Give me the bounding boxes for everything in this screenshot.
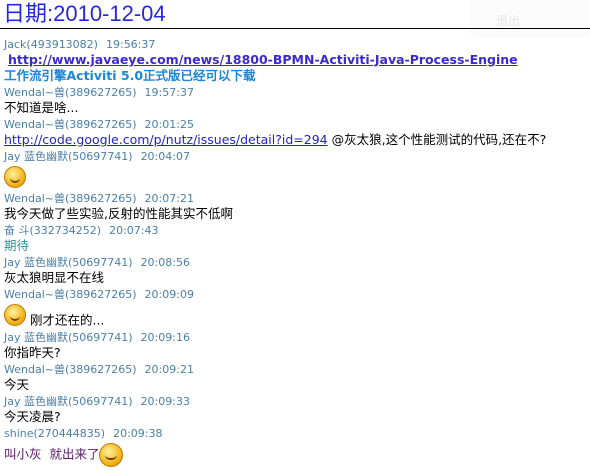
sender: Jay 蓝色幽默(50697741) [4,330,133,344]
message-text: 你指昨天? [4,344,61,360]
logout-label: 退出 [496,14,521,28]
message: Jay 蓝色幽默(50697741) 20:04:07 [4,150,590,190]
sender: Jay 蓝色幽默(50697741) [4,150,133,163]
message-text: 期待 [4,238,30,253]
timestamp: 20:01:25 [144,118,194,131]
shy-face-icon [4,166,26,188]
sender: Wendal~兽(389627265) [4,362,137,376]
message: Jay 蓝色幽默(50697741) 20:08:56 灰太狼明显不在线 [4,256,590,286]
message-text: 刚才还在的... [29,312,105,328]
message: shine(270444835) 20:09:38 叫小灰 就出来了 [4,427,590,469]
message-link[interactable]: http://code.google.com/p/nutz/issues/det… [4,132,328,147]
sweat-face-icon [4,304,26,326]
timestamp: 20:07:21 [144,192,194,205]
logout-button[interactable]: 退出 [472,0,590,36]
message: Wendal~兽(389627265) 20:09:21 今天 [4,363,590,393]
chat-log: Jack(493913082) 19:56:37 http://www.javae… [4,38,590,471]
sender: Wendal~兽(389627265) [4,86,137,99]
message-text: 灰太狼明显不在线 [4,270,105,285]
sender: Jack(493913082) [4,38,98,51]
message: Wendal~兽(389627265) 19:57:37 不知道是啥... [4,86,590,116]
sender: Jay 蓝色幽默(50697741) [4,394,133,408]
message-link[interactable]: http://www.javaeye.com/news/18800-BPMN-A… [8,52,518,67]
sender: shine(270444835) [4,426,106,440]
timestamp: 20:04:07 [140,150,190,163]
sender: Wendal~兽(389627265) [4,192,137,205]
message-text: 今天凌晨? [4,408,61,424]
timestamp: 19:56:37 [105,38,156,51]
message: Wendal~兽(389627265) 20:07:21 我今天做了些实验,反射的… [4,192,590,222]
message-text: 工作流引擎Activiti 5.0正式版已经可以下载 [4,68,256,83]
timestamp: 20:09:09 [144,288,194,301]
timestamp: 20:09:33 [140,394,190,408]
message: Jack(493913082) 19:56:37 http://www.javae… [4,38,590,84]
message-text: 我今天做了些实验,反射的性能其实不低啊 [4,206,233,221]
message: Wendal~兽(389627265) 20:09:09 刚才还在的... [4,288,590,329]
timestamp: 20:09:21 [144,362,194,376]
sender: Wendal~兽(389627265) [4,288,137,301]
timestamp: 19:57:37 [144,86,194,99]
message: Wendal~兽(389627265) 20:01:25 http://code.… [4,118,590,148]
message-text: @灰太狼,这个性能测试的代码,还在不? [331,132,547,147]
grin-face-icon [99,442,124,467]
page-title: 日期:2010-12-04 [3,1,166,26]
sender: 奋 斗(332734252) [4,224,102,237]
sender: Wendal~兽(389627265) [4,118,137,131]
divider [0,28,590,29]
message-text: 今天 [4,376,30,392]
timestamp: 20:09:16 [140,330,190,344]
timestamp: 20:08:56 [140,256,190,269]
message: Jay 蓝色幽默(50697741) 20:09:16 你指昨天? [4,331,590,361]
message-text: 不知道是啥... [4,100,79,115]
message: 奋 斗(332734252) 20:07:43 期待 [4,224,590,254]
sender: Jay 蓝色幽默(50697741) [4,256,133,269]
timestamp: 20:09:38 [113,426,163,440]
message: Jay 蓝色幽默(50697741) 20:09:33 今天凌晨? [4,395,590,425]
message-text: 叫小灰 就出来了 [4,446,100,461]
timestamp: 20:07:43 [109,224,159,237]
